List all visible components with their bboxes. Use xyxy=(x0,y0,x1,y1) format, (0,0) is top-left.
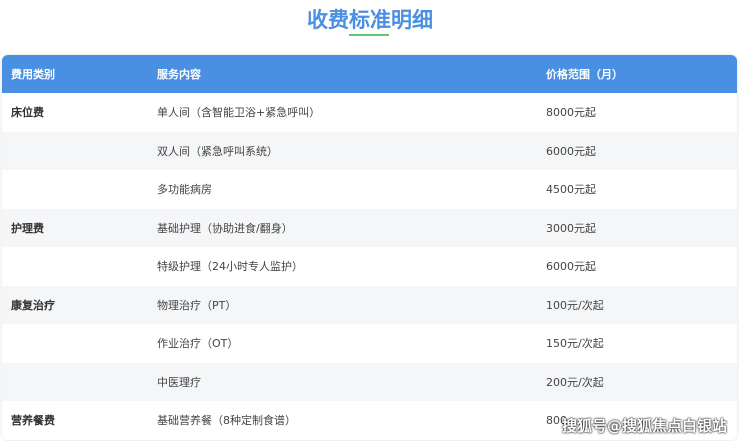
title-underline xyxy=(349,34,389,36)
table-row: 中医理疗 200元/次起 xyxy=(2,362,737,401)
cell-service: 基础营养餐（8种定制食谱） xyxy=(157,414,296,428)
cell-service: 多功能病房 xyxy=(157,183,212,197)
cell-service: 单人间（含智能卫浴+紧急呼叫） xyxy=(157,106,321,120)
table-row: 护理费 基础护理（协助进食/翻身） 3000元起 xyxy=(2,208,737,247)
cell-category: 康复治疗 xyxy=(11,298,55,312)
cell-service: 中医理疗 xyxy=(157,375,201,389)
table-row: 康复治疗 物理治疗（PT） 100元/次起 xyxy=(2,285,737,324)
table-row: 作业治疗（OT） 150元/次起 xyxy=(2,324,737,363)
cell-category: 护理费 xyxy=(11,221,44,235)
cell-price: 150元/次起 xyxy=(546,337,604,351)
cell-price: 8000元起 xyxy=(546,106,596,120)
table-row: 特级护理（24小时专人监护） 6000元起 xyxy=(2,247,737,286)
cell-price: 4500元起 xyxy=(546,183,596,197)
table-row: 多功能病房 4500元起 xyxy=(2,170,737,209)
cell-service: 物理治疗（PT） xyxy=(157,298,237,312)
cell-service: 双人间（紧急呼叫系统） xyxy=(157,144,278,158)
page-title: 收费标准明细 xyxy=(307,8,433,32)
cell-price: 6000元起 xyxy=(546,260,596,274)
table-row: 双人间（紧急呼叫系统） 6000元起 xyxy=(2,131,737,170)
cell-price: 3000元起 xyxy=(546,221,596,235)
header-price: 价格范围（月） xyxy=(546,68,623,81)
cell-service: 作业治疗（OT） xyxy=(157,337,239,351)
cell-price: 200元/次起 xyxy=(546,375,604,389)
table-header: 费用类别 服务内容 价格范围（月） xyxy=(2,55,737,93)
cell-price: 6000元起 xyxy=(546,144,596,158)
header-category: 费用类别 xyxy=(11,68,55,81)
cell-price: 100元/次起 xyxy=(546,298,604,312)
cell-category: 床位费 xyxy=(11,106,44,120)
cell-service: 特级护理（24小时专人监护） xyxy=(157,260,303,274)
fee-table: 费用类别 服务内容 价格范围（月） 床位费 单人间（含智能卫浴+紧急呼叫） 8000… xyxy=(2,55,737,440)
cell-category: 营养餐费 xyxy=(11,414,55,428)
header-service: 服务内容 xyxy=(157,68,201,81)
watermark: 搜狐号@搜狐焦点白银站 xyxy=(562,417,728,435)
table-row: 床位费 单人间（含智能卫浴+紧急呼叫） 8000元起 xyxy=(2,93,737,132)
cell-service: 基础护理（协助进食/翻身） xyxy=(157,221,293,235)
